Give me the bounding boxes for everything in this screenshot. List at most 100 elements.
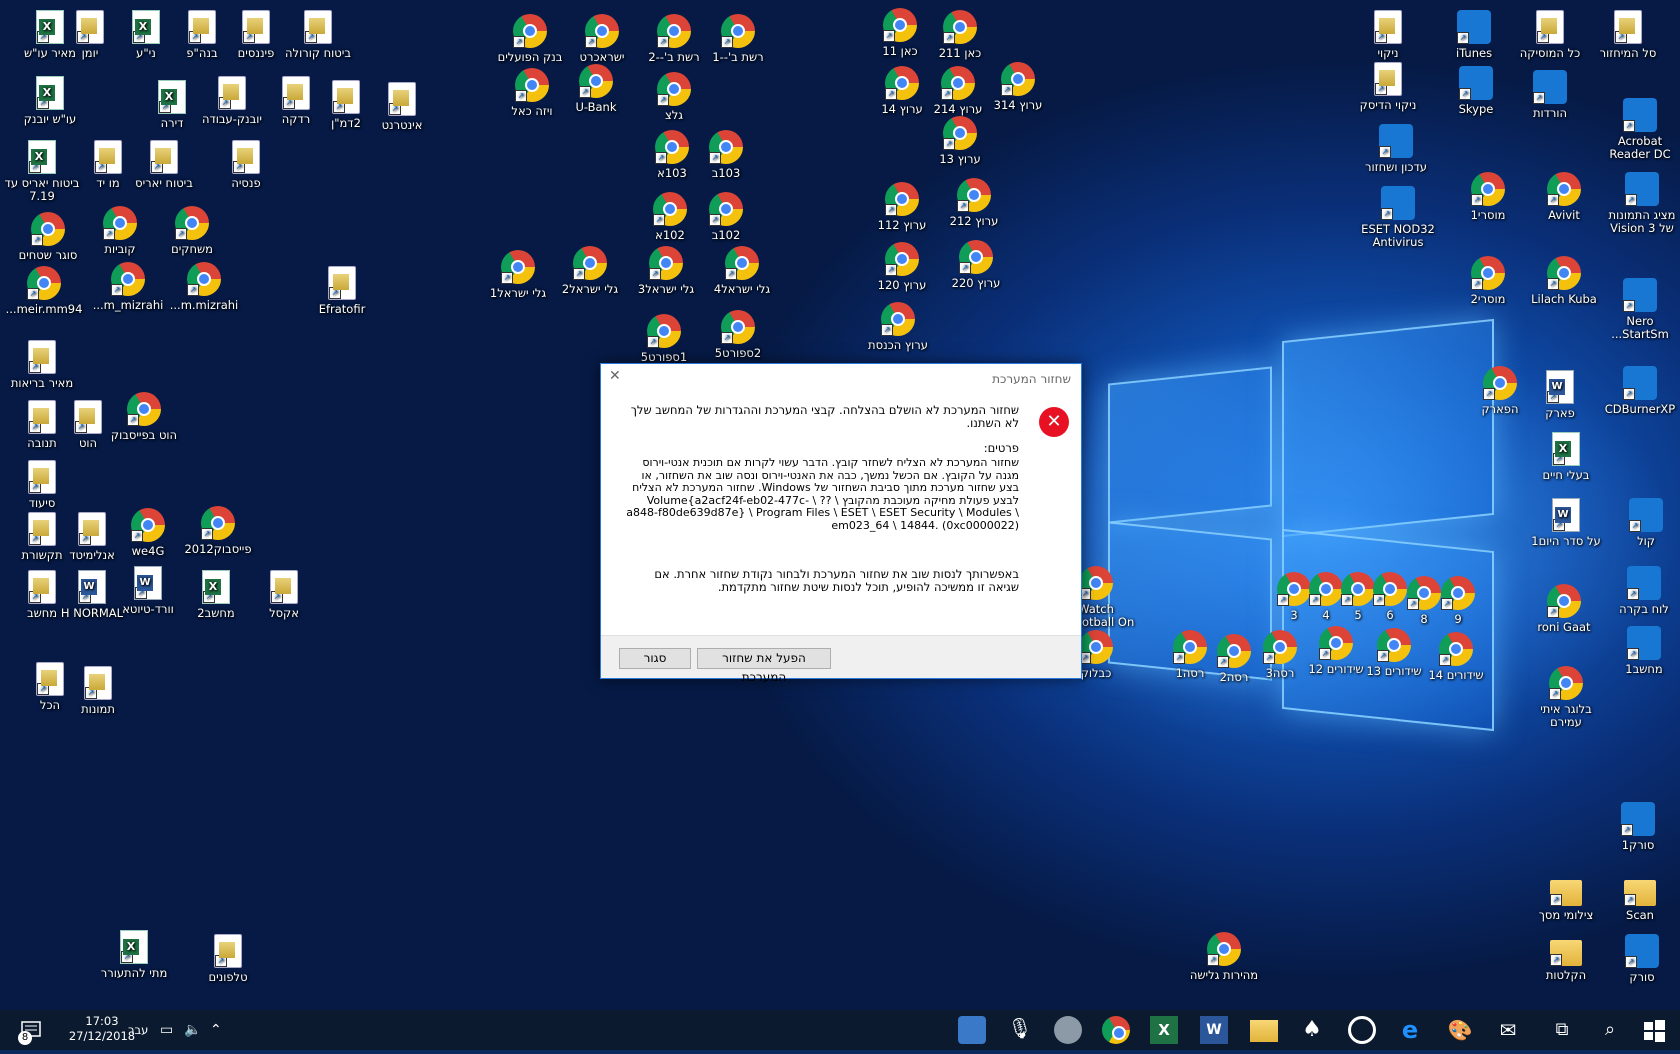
desktop-icon[interactable]: ↗ גלצ bbox=[632, 72, 716, 122]
desktop-icon[interactable]: ↗ ערוץ הכנסת bbox=[856, 302, 940, 352]
desktop-icon[interactable]: ↗ רשת ב'--1 bbox=[696, 14, 780, 64]
desktop-icon[interactable]: ↗ 9 bbox=[1416, 576, 1500, 626]
desktop-icon[interactable]: ↗ ESET NOD32 Antivirus bbox=[1356, 186, 1440, 249]
desktop-icon[interactable]: ↗ 2ספורט5 bbox=[696, 310, 780, 360]
desktop-icon[interactable]: ↗ מאיר בריאות bbox=[0, 340, 84, 390]
word-icon: ↗ bbox=[1552, 498, 1580, 532]
desktop-icon[interactable]: ↗ roni Gaat bbox=[1522, 584, 1606, 634]
volume-icon[interactable]: 🔈 bbox=[184, 1010, 202, 1050]
paint-icon[interactable]: 🎨 bbox=[1446, 1016, 1474, 1044]
system-restore-taskbar-icon[interactable] bbox=[958, 1016, 986, 1044]
desktop-icon[interactable]: ↗ מחשב1 bbox=[1602, 626, 1680, 676]
desktop-icon[interactable]: ↗ פנסיה bbox=[204, 140, 288, 190]
chrome-icon[interactable] bbox=[1102, 1016, 1130, 1044]
desktop-icon[interactable]: ↗ פייסבוק2012 bbox=[176, 506, 260, 556]
desktop-icon[interactable]: ↗ תמונות bbox=[56, 666, 140, 716]
close-icon[interactable]: ✕ bbox=[609, 368, 621, 384]
desktop-icon[interactable]: ↗ Acrobat Reader DC bbox=[1598, 98, 1680, 161]
desktop-icon[interactable]: ↗ meir.mm94... bbox=[2, 266, 86, 316]
desktop-icon[interactable]: ↗ Nero StartSm... bbox=[1598, 278, 1680, 341]
desktop-icon[interactable]: ↗ אקסל bbox=[242, 570, 326, 620]
desktop-icon-label: ביטוח קורולה bbox=[285, 46, 351, 60]
desktop-icon-label: 103ב bbox=[711, 166, 741, 180]
desktop-icon[interactable]: ↗ קול bbox=[1604, 498, 1680, 548]
desktop-icon[interactable]: ↗ ביטוח קורולה bbox=[276, 10, 360, 60]
desktop-icon[interactable]: ↗ ערוץ 212 bbox=[932, 178, 1016, 228]
desktop-icon[interactable]: ↗ Skype bbox=[1434, 66, 1518, 116]
desktop-icon[interactable]: ↗ הורדות bbox=[1508, 70, 1592, 120]
desktop-icon[interactable]: ↗ גלי ישראל2 bbox=[548, 246, 632, 296]
desktop-icon[interactable]: ↗ מהירות גלישה bbox=[1182, 932, 1266, 982]
file-icon: ↗ bbox=[270, 570, 298, 604]
task-view-icon[interactable]: ⧉ bbox=[1548, 1016, 1576, 1044]
word-icon[interactable]: W bbox=[1200, 1016, 1228, 1044]
desktop-icon[interactable]: ↗ ניקוי bbox=[1346, 10, 1430, 60]
desktop-icon[interactable]: ↗ עו"ש יובנק bbox=[8, 76, 92, 126]
action-center-button[interactable]: 8 bbox=[14, 1010, 48, 1050]
desktop-icon[interactable]: ↗ שידורים 14 bbox=[1414, 632, 1498, 682]
edge-icon[interactable]: e bbox=[1396, 1016, 1424, 1044]
desktop-icon[interactable]: ↗ גלי ישראל4 bbox=[700, 246, 784, 296]
desktop-icon[interactable]: ↗ צילומי מסך bbox=[1524, 874, 1608, 922]
desktop-icon[interactable]: ↗ ערוץ 120 bbox=[860, 242, 944, 292]
input-language[interactable]: עבר bbox=[128, 1010, 154, 1050]
desktop-icon[interactable]: ↗ הוט בפייסבוק bbox=[102, 392, 186, 442]
desktop-icon[interactable]: ↗ כל המוסיקה bbox=[1508, 10, 1592, 60]
desktop-icon[interactable]: ↗ מוסרי2 bbox=[1446, 256, 1530, 306]
desktop-icon[interactable]: ↗ גלי ישראל3 bbox=[624, 246, 708, 296]
desktop-icon[interactable]: ↗ מוסרי1 bbox=[1446, 172, 1530, 222]
file-icon: ↗ bbox=[1614, 10, 1642, 44]
desktop-icon[interactable]: ↗ מתי להתעורר bbox=[92, 930, 176, 980]
excel-icon[interactable]: X bbox=[1150, 1016, 1178, 1044]
desktop-icon[interactable]: ↗ Avivit bbox=[1522, 172, 1606, 222]
desktop-icon[interactable]: ↗ 103ב bbox=[684, 130, 768, 180]
media-player-icon[interactable] bbox=[1348, 1016, 1376, 1044]
desktop-icon[interactable]: ↗ Efratofir bbox=[300, 266, 384, 316]
close-button[interactable]: סגור bbox=[619, 648, 691, 669]
desktop-icon[interactable]: ↗ ערוץ 314 bbox=[976, 62, 1060, 112]
network-icon[interactable]: ▭ bbox=[160, 1010, 178, 1050]
desktop-icon[interactable]: ↗ משחקים bbox=[150, 206, 234, 256]
search-icon[interactable]: ⌕ bbox=[1596, 1016, 1624, 1044]
solitaire-icon[interactable]: ♠ bbox=[1298, 1016, 1326, 1044]
desktop-icon[interactable]: ↗ ערוץ 220 bbox=[934, 240, 1018, 290]
desktop-icon[interactable]: ↗ CDBurnerXP bbox=[1598, 366, 1680, 416]
desktop-icon[interactable]: ↗ Scan bbox=[1598, 874, 1680, 922]
desktop-icon[interactable]: ↗ סורק bbox=[1600, 934, 1680, 984]
desktop-icon[interactable]: ↗ ניקוי הדיסק bbox=[1346, 62, 1430, 112]
mail-icon[interactable]: ✉ bbox=[1494, 1016, 1522, 1044]
file-icon: ↗ bbox=[332, 80, 360, 114]
desktop-icon[interactable]: ↗ סורק1 bbox=[1596, 802, 1680, 852]
app-icon: ↗ bbox=[1623, 366, 1657, 400]
desktop-icon[interactable]: ↗ בעלי חיים bbox=[1524, 432, 1608, 482]
chevron-up-icon[interactable]: ⌃ bbox=[210, 1010, 228, 1050]
desktop-icon[interactable]: ↗ סל המיחזור bbox=[1586, 10, 1670, 60]
desktop-icon[interactable]: ↗ iTunes bbox=[1432, 10, 1516, 60]
desktop-icon[interactable]: ↗ m.mizrahi... bbox=[162, 262, 246, 312]
desktop-icon[interactable]: ↗ על סדר היום1 bbox=[1524, 498, 1608, 548]
desktop-icon[interactable]: ↗ U-Bank bbox=[554, 64, 638, 114]
desktop-icon[interactable]: ↗ 102ב bbox=[684, 192, 768, 242]
start-button[interactable] bbox=[1640, 1016, 1668, 1044]
desktop-icon[interactable]: ↗ m_mizrahi... bbox=[86, 262, 170, 312]
desktop-icon[interactable]: ↗ כאן 211 bbox=[918, 10, 1002, 60]
desktop-icon[interactable]: ↗ אינטרנט bbox=[360, 82, 444, 132]
desktop-icon[interactable]: ↗ עדכון ושחזור bbox=[1354, 124, 1438, 174]
desktop-icon[interactable]: ↗ הקלטות bbox=[1524, 934, 1608, 982]
microphone-icon[interactable]: 🎙 bbox=[1006, 1016, 1034, 1044]
desktop-icon[interactable]: ↗ ביטוח יאריס bbox=[122, 140, 206, 190]
desktop-icon-label: בלוגר איתי עמירם bbox=[1540, 702, 1592, 729]
desktop-icon[interactable]: ↗ סיעוד bbox=[0, 460, 84, 510]
desktop-icon[interactable]: ↗ מציג התמונות של 3 Vision bbox=[1600, 172, 1680, 235]
file-explorer-icon[interactable] bbox=[1250, 1020, 1278, 1042]
desktop-icon[interactable]: ↗ טלפונים bbox=[186, 934, 270, 984]
desktop-icon[interactable]: ↗ פארק bbox=[1518, 370, 1602, 420]
eset-icon[interactable] bbox=[1054, 1016, 1082, 1044]
desktop-icon[interactable]: ↗ ערוץ 13 bbox=[918, 116, 1002, 166]
run-system-restore-button[interactable]: הפעל את שחזור המערכת bbox=[697, 648, 831, 684]
desktop-icon[interactable]: ↗ לוח בקרה bbox=[1602, 566, 1680, 616]
desktop-icon-label: סיעוד bbox=[28, 496, 56, 510]
desktop-icon[interactable]: ↗ 1ספורט5 bbox=[622, 314, 706, 364]
desktop-icon[interactable]: ↗ בלוגר איתי עמירם bbox=[1524, 666, 1608, 729]
desktop-icon[interactable]: ↗ Lilach Kuba bbox=[1522, 256, 1606, 306]
